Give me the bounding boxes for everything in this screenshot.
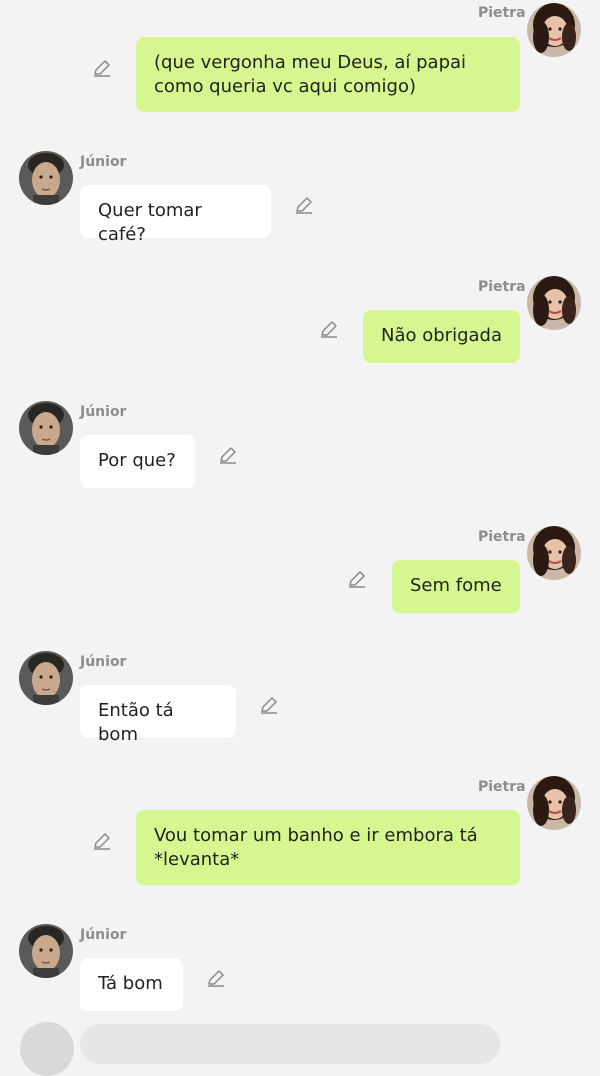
sender-name: Pietra <box>478 5 526 21</box>
message-bubble[interactable]: Tá bom <box>80 958 183 1011</box>
message-bubble[interactable]: Vou tomar um banho e ir embora tá *levan… <box>136 810 520 885</box>
avatar-junior[interactable] <box>19 401 73 455</box>
avatar-pietra[interactable] <box>527 276 581 330</box>
pencil-icon[interactable] <box>318 318 340 340</box>
avatar-junior[interactable] <box>19 924 73 978</box>
sender-name: Júnior <box>80 154 127 170</box>
avatar-placeholder[interactable] <box>20 1022 74 1076</box>
message-bubble[interactable]: Quer tomar café? <box>80 185 271 245</box>
sender-name: Júnior <box>80 404 127 420</box>
avatar-junior[interactable] <box>19 151 73 205</box>
sender-name: Pietra <box>478 529 526 545</box>
avatar-pietra[interactable] <box>527 526 581 580</box>
pencil-icon[interactable] <box>205 967 227 989</box>
pencil-icon[interactable] <box>346 568 368 590</box>
pencil-icon[interactable] <box>91 830 113 852</box>
message-bubble[interactable]: Então tá bom <box>80 685 236 745</box>
sender-name: Júnior <box>80 654 127 670</box>
sender-name: Pietra <box>478 279 526 295</box>
pencil-icon[interactable] <box>293 194 315 216</box>
avatar-pietra[interactable] <box>527 3 581 57</box>
pencil-icon[interactable] <box>91 57 113 79</box>
message-bubble[interactable]: Não obrigada <box>363 310 520 363</box>
pencil-icon[interactable] <box>217 444 239 466</box>
message-input[interactable] <box>80 1024 500 1064</box>
sender-name: Pietra <box>478 779 526 795</box>
message-bubble[interactable]: Por que? <box>80 435 195 488</box>
message-bubble[interactable]: Sem fome <box>392 560 520 613</box>
avatar-junior[interactable] <box>19 651 73 705</box>
message-bubble[interactable]: (que vergonha meu Deus, aí papai como qu… <box>136 37 520 112</box>
pencil-icon[interactable] <box>258 694 280 716</box>
sender-name: Júnior <box>80 927 127 943</box>
avatar-pietra[interactable] <box>527 776 581 830</box>
